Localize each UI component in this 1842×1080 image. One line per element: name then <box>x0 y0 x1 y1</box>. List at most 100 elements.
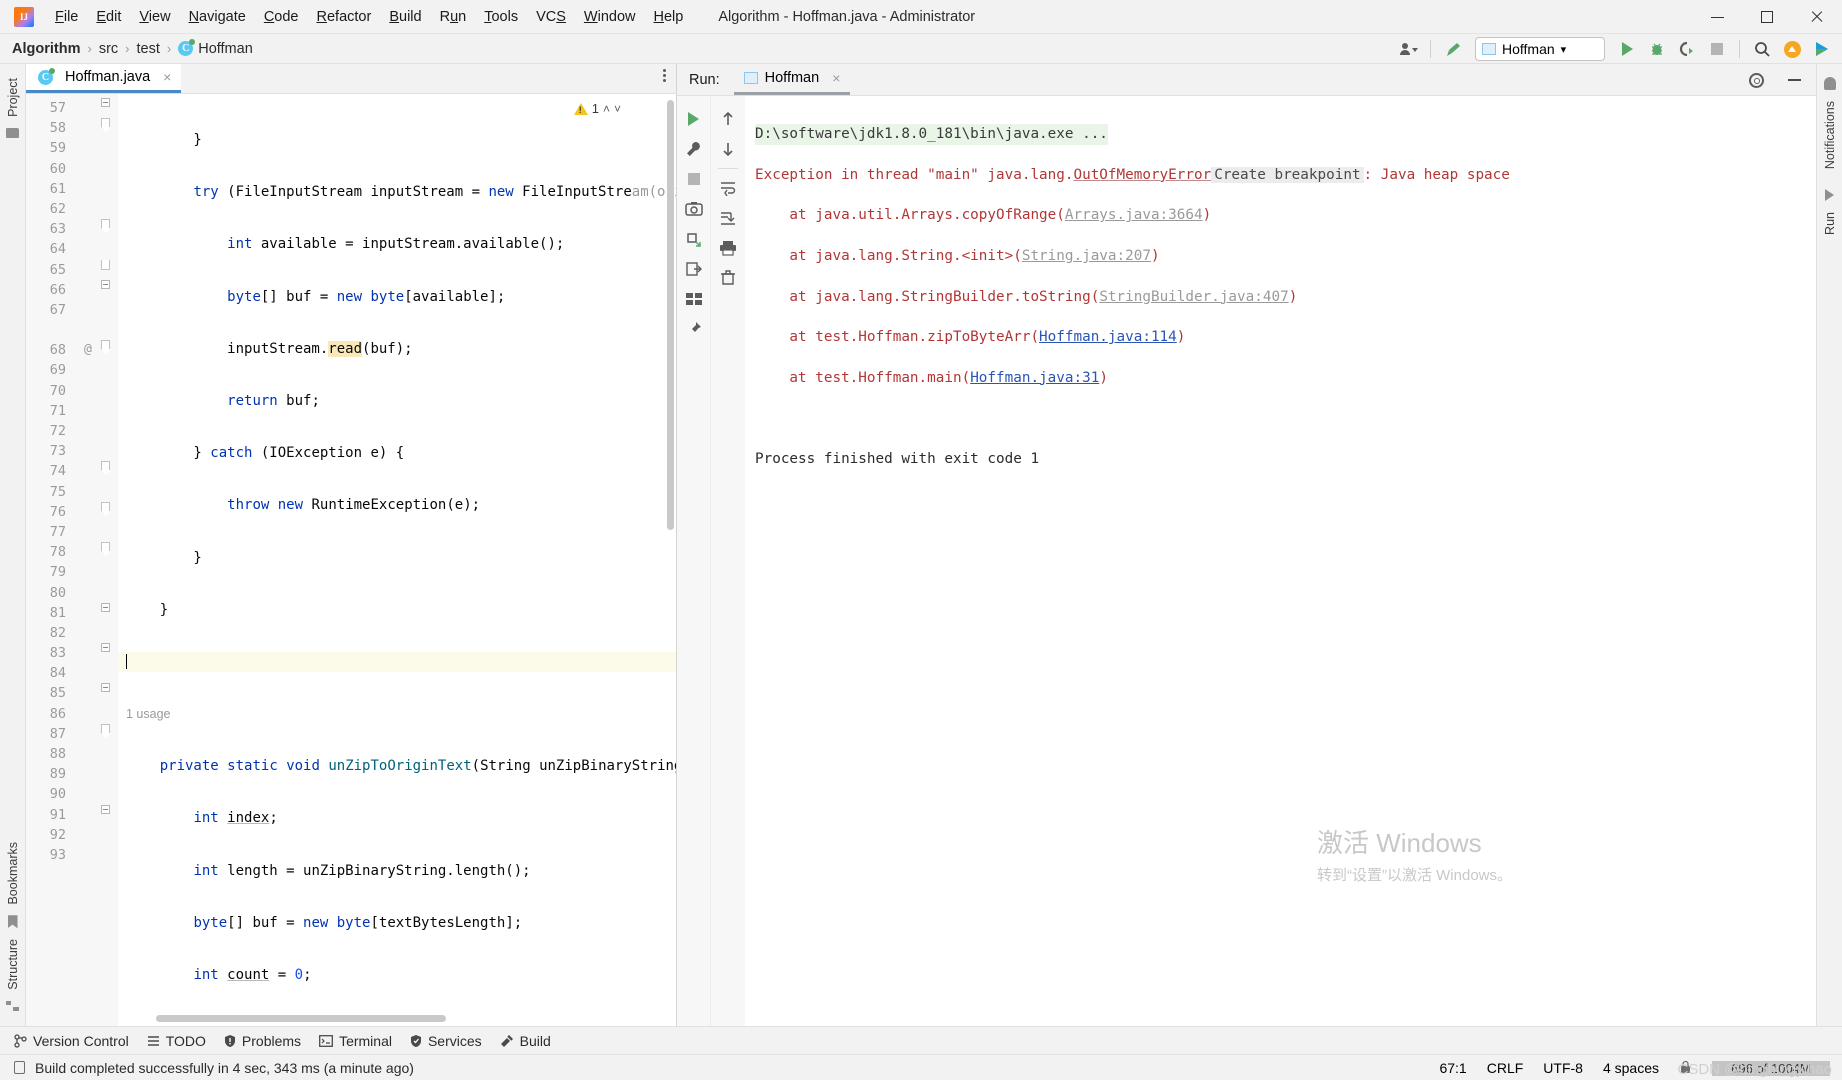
bottom-item-services[interactable]: Services <box>410 1033 482 1049</box>
rerun-button[interactable] <box>679 104 709 134</box>
menu-window[interactable]: Window <box>575 5 645 29</box>
clear-all-button[interactable] <box>713 263 743 293</box>
fold-collapse-icon[interactable] <box>101 804 110 814</box>
indent-setting[interactable]: 4 spaces <box>1603 1060 1659 1076</box>
usage-hint[interactable]: 1 usage <box>118 704 676 724</box>
soft-wrap-button[interactable] <box>713 173 743 203</box>
user-account-icon[interactable] <box>1394 36 1422 62</box>
breadcrumb-class[interactable]: C Hoffman <box>178 39 253 57</box>
menu-edit[interactable]: Edit <box>87 5 130 29</box>
stack-link[interactable]: StringBuilder.java:407 <box>1099 289 1288 305</box>
menu-tools[interactable]: Tools <box>475 5 527 29</box>
pin-button[interactable] <box>679 314 709 344</box>
layout-settings-button[interactable] <box>679 284 709 314</box>
fold-collapse-icon[interactable] <box>101 259 110 270</box>
scroll-to-end-button[interactable] <box>713 203 743 233</box>
breadcrumb-project[interactable]: Algorithm <box>12 41 80 57</box>
menu-build[interactable]: Build <box>380 5 430 29</box>
chevron-down-icon[interactable]: ˅ <box>614 102 621 116</box>
editor-vertical-scrollbar[interactable] <box>667 100 674 530</box>
create-breakpoint-chip[interactable]: Create breakpoint <box>1211 166 1364 183</box>
editor-options-kebab-icon[interactable] <box>663 69 666 82</box>
editor-horizontal-scrollbar[interactable] <box>156 1015 446 1022</box>
fold-expand-icon[interactable] <box>101 542 111 558</box>
sidebar-item-bookmarks[interactable]: Bookmarks <box>6 836 20 911</box>
menu-code[interactable]: Code <box>255 5 308 29</box>
screenshot-button[interactable] <box>679 194 709 224</box>
fold-expand-icon[interactable] <box>101 118 111 134</box>
bottom-item-build[interactable]: Build <box>500 1033 551 1049</box>
run-configuration-selector[interactable]: Hoffman ▾ <box>1475 37 1605 61</box>
stack-link[interactable]: Hoffman.java:114 <box>1039 329 1177 345</box>
breadcrumb-src[interactable]: src <box>99 41 118 57</box>
close-icon[interactable]: × <box>163 69 171 85</box>
run-with-coverage-button[interactable] <box>1673 36 1701 62</box>
print-button[interactable] <box>713 233 743 263</box>
fold-collapse-icon[interactable] <box>101 279 110 289</box>
debug-button[interactable] <box>1643 36 1671 62</box>
file-encoding[interactable]: UTF-8 <box>1543 1060 1583 1076</box>
inspection-widget[interactable]: 1 ˄ ˅ <box>570 100 624 117</box>
minimize-button[interactable] <box>1692 0 1742 34</box>
sidebar-item-notifications[interactable]: Notifications <box>1823 95 1837 175</box>
scroll-up-button[interactable] <box>713 104 743 134</box>
menu-run[interactable]: Run <box>431 5 476 29</box>
menu-vcs[interactable]: VCS <box>527 5 575 29</box>
console-output[interactable]: D:\software\jdk1.8.0_181\bin\java.exe ..… <box>745 96 1816 1026</box>
update-project-button[interactable] <box>1778 36 1806 62</box>
bottom-item-todo[interactable]: TODO <box>147 1033 206 1049</box>
export-button[interactable] <box>679 254 709 284</box>
stack-link[interactable]: Arrays.java:3664 <box>1065 207 1203 223</box>
stop-button[interactable] <box>1703 36 1731 62</box>
menu-view[interactable]: View <box>130 5 179 29</box>
maximize-button[interactable] <box>1742 0 1792 34</box>
editor-gutter-icons[interactable]: @ <box>72 94 118 1026</box>
menu-refactor[interactable]: Refactor <box>308 5 381 29</box>
edit-configuration-button[interactable] <box>679 134 709 164</box>
run-tool-icon[interactable] <box>1825 189 1834 202</box>
run-tab-hoffman[interactable]: Hoffman × <box>733 64 851 95</box>
caret-position[interactable]: 67:1 <box>1439 1060 1466 1076</box>
fold-expand-icon[interactable] <box>101 340 111 356</box>
chevron-up-icon[interactable]: ˄ <box>603 102 610 116</box>
fold-collapse-icon[interactable] <box>101 643 110 653</box>
ide-feature-trainer-button[interactable] <box>1808 36 1836 62</box>
search-everywhere-button[interactable] <box>1748 36 1776 62</box>
code-text-area[interactable]: } try (FileInputStream inputStream = new… <box>118 94 676 1026</box>
vcs-update-icon[interactable] <box>1439 36 1467 62</box>
debug-button[interactable] <box>679 224 709 254</box>
sidebar-item-run[interactable]: Run <box>1823 206 1837 241</box>
sidebar-item-project[interactable]: Project <box>6 72 20 123</box>
bottom-item-terminal[interactable]: Terminal <box>319 1033 392 1049</box>
menu-help[interactable]: Help <box>644 5 692 29</box>
menu-file[interactable]: File <box>46 5 87 29</box>
project-folder-icon[interactable] <box>6 127 19 138</box>
fold-collapse-icon[interactable] <box>101 683 110 693</box>
structure-icon[interactable] <box>6 1001 19 1011</box>
fold-collapse-icon[interactable] <box>101 602 110 612</box>
fold-expand-icon[interactable] <box>101 461 111 477</box>
fold-collapse-icon[interactable] <box>101 98 110 107</box>
editor-tab-hoffman-java[interactable]: C Hoffman.java × <box>26 64 182 93</box>
run-button[interactable] <box>1613 36 1641 62</box>
bookmarks-icon[interactable] <box>7 915 18 929</box>
notifications-icon[interactable] <box>1823 77 1836 90</box>
hide-tool-window-button[interactable] <box>1780 67 1808 93</box>
stack-link[interactable]: Hoffman.java:31 <box>970 370 1099 386</box>
breadcrumb-test[interactable]: test <box>137 41 160 57</box>
fold-expand-icon[interactable] <box>101 219 111 235</box>
bottom-item-version-control[interactable]: Version Control <box>14 1033 129 1049</box>
close-icon[interactable]: × <box>832 70 840 86</box>
stack-link[interactable]: String.java:207 <box>1022 248 1151 264</box>
fold-expand-icon[interactable] <box>101 723 111 739</box>
settings-button[interactable] <box>1742 67 1770 93</box>
menu-navigate[interactable]: Navigate <box>180 5 255 29</box>
close-button[interactable] <box>1792 0 1842 34</box>
line-separator[interactable]: CRLF <box>1487 1060 1524 1076</box>
bottom-item-problems[interactable]: Problems <box>224 1033 301 1049</box>
exception-class-link[interactable]: OutOfMemoryError <box>1073 167 1211 183</box>
sidebar-item-structure[interactable]: Structure <box>6 933 20 996</box>
fold-expand-icon[interactable] <box>101 501 111 517</box>
scroll-down-button[interactable] <box>713 134 743 164</box>
stop-button[interactable] <box>679 164 709 194</box>
